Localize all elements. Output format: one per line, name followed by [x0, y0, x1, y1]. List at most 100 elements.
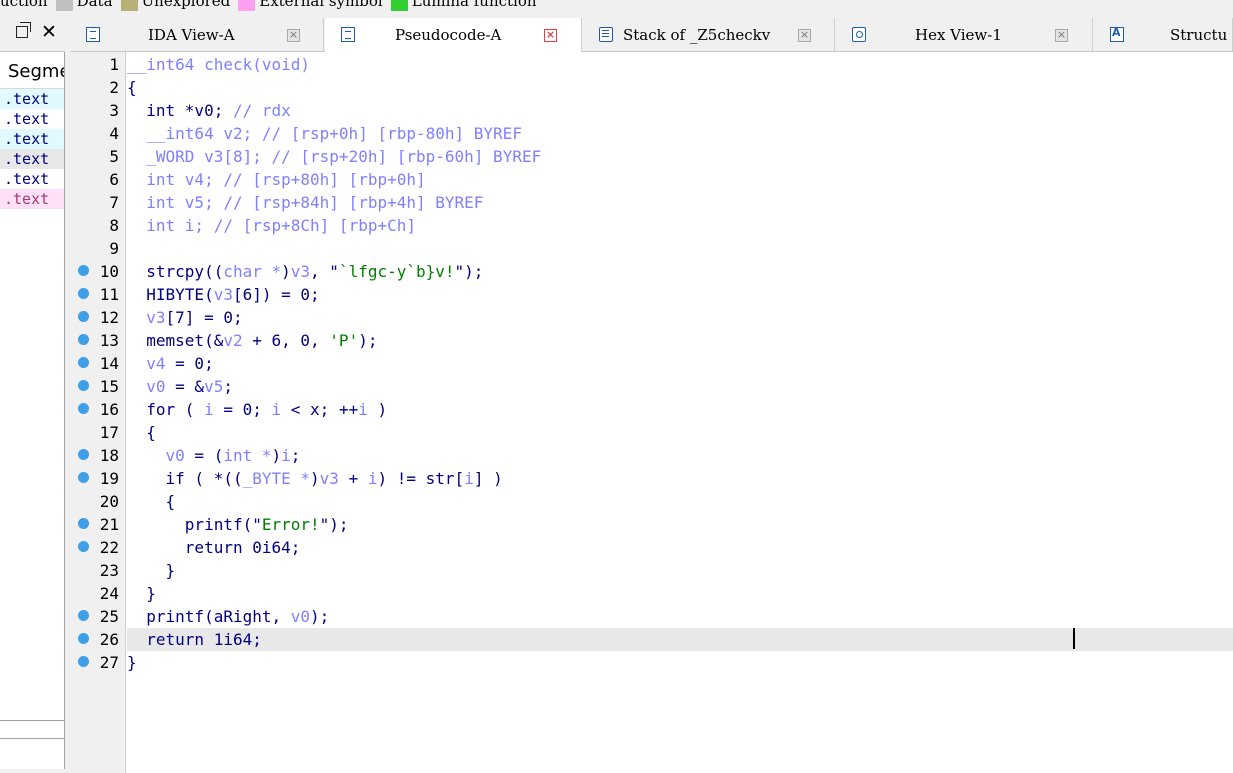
tab-structu[interactable]: Structu: [1094, 18, 1233, 51]
line-number-row: 21: [70, 513, 125, 536]
breakpoint-dot-icon[interactable]: [78, 380, 89, 391]
segment-row[interactable]: .text: [0, 109, 64, 129]
pin-icon[interactable]: [16, 22, 31, 38]
line-number: 17: [99, 423, 119, 442]
legend-row: uction Data Unexplored External symbol Lumin…: [0, 0, 537, 11]
doc-icon: [86, 27, 100, 42]
breakpoint-dot-icon[interactable]: [78, 633, 89, 644]
segment-row[interactable]: .text: [0, 189, 64, 209]
code-token: ] ): [473, 469, 503, 488]
line-number: 4: [109, 124, 119, 143]
code-token: [7] = 0;: [165, 308, 243, 327]
breakpoint-dot-icon[interactable]: [78, 265, 89, 276]
tab-label: Pseudocode-A: [395, 26, 502, 44]
code-line[interactable]: }: [127, 651, 1233, 674]
doc-icon: [341, 27, 355, 42]
breakpoint-dot-icon[interactable]: [78, 288, 89, 299]
breakpoint-dot-icon[interactable]: [78, 472, 89, 483]
code-line[interactable]: printf(aRight, v0);: [127, 605, 1233, 628]
line-number: 7: [109, 193, 119, 212]
code-token: ");: [319, 515, 349, 534]
code-token: ;: [223, 377, 233, 396]
segment-row[interactable]: .text: [0, 169, 64, 189]
code-token: if ( *((: [127, 469, 243, 488]
code-line[interactable]: for ( i = 0; i < x; ++i ): [127, 398, 1233, 421]
code-token: ) != str[: [377, 469, 465, 488]
legend-label: External symbol: [259, 0, 383, 10]
tab-ida-view-a[interactable]: IDA View-A ×: [70, 18, 324, 51]
segment-row[interactable]: .text: [0, 149, 64, 169]
code-line[interactable]: __int64 check(void): [127, 53, 1233, 76]
code-line[interactable]: return 0i64;: [127, 536, 1233, 559]
code-token: int v4;: [127, 170, 224, 189]
pseudocode-view[interactable]: 1 2 3 4 5 6 7 8 9 10 11 12 13 14 15 16 17 18 19 20 21 22 23 24 2…: [70, 52, 1233, 773]
tab-hex-view-1[interactable]: Hex View-1 ×: [836, 18, 1093, 51]
line-number: 9: [109, 239, 119, 258]
tab-close-icon[interactable]: ×: [544, 29, 557, 42]
tab-close-icon[interactable]: ×: [1055, 29, 1068, 42]
tab-stack-of-z5checkv[interactable]: Stack of _Z5checkv ×: [583, 18, 835, 51]
legend-label: Lumina function: [411, 0, 537, 10]
code-token: ");: [454, 262, 484, 281]
breakpoint-dot-icon[interactable]: [78, 610, 89, 621]
close-icon[interactable]: ✕: [41, 21, 57, 43]
code-line[interactable]: int *v0; // rdx: [127, 99, 1233, 122]
line-number: 23: [99, 561, 119, 580]
code-line[interactable]: v0 = (int *)i;: [127, 444, 1233, 467]
line-number: 18: [99, 446, 119, 465]
code-line[interactable]: v0 = &v5;: [127, 375, 1233, 398]
line-number: 6: [109, 170, 119, 189]
code-line[interactable]: v4 = 0;: [127, 352, 1233, 375]
line-number: 16: [99, 400, 119, 419]
code-line[interactable]: int v4; // [rsp+80h] [rbp+0h]: [127, 168, 1233, 191]
breakpoint-dot-icon[interactable]: [78, 518, 89, 529]
segments-column-header[interactable]: Segme: [0, 52, 64, 89]
breakpoint-dot-icon[interactable]: [78, 403, 89, 414]
code-line[interactable]: int i; // [rsp+8Ch] [rbp+Ch]: [127, 214, 1233, 237]
code-token: v3: [213, 285, 233, 304]
code-line[interactable]: v3[7] = 0;: [127, 306, 1233, 329]
line-number-row: 6: [70, 168, 125, 191]
code-line[interactable]: {: [127, 76, 1233, 99]
code-line[interactable]: if ( *((_BYTE *)v3 + i) != str[i] ): [127, 467, 1233, 490]
panel-header: ✕: [0, 18, 65, 52]
code-line[interactable]: strcpy((char *)v3, "`lfgc-y`b}v!");: [127, 260, 1233, 283]
breakpoint-dot-icon[interactable]: [78, 656, 89, 667]
breakpoint-dot-icon[interactable]: [78, 357, 89, 368]
tab-pseudocode-a[interactable]: Pseudocode-A ×: [325, 18, 582, 52]
code-token: );: [310, 607, 330, 626]
code-line[interactable]: }: [127, 559, 1233, 582]
code-line-current[interactable]: return 1i64;: [127, 628, 1233, 651]
code-line[interactable]: memset(&v2 + 6, 0, 'P');: [127, 329, 1233, 352]
code-token: for (: [127, 400, 205, 419]
code-line[interactable]: }: [127, 582, 1233, 605]
code-line[interactable]: int v5; // [rsp+84h] [rbp+4h] BYREF: [127, 191, 1233, 214]
code-token: ): [271, 446, 282, 465]
code-token: return 1i64;: [127, 630, 262, 649]
breakpoint-dot-icon[interactable]: [78, 311, 89, 322]
code-line[interactable]: printf("Error!");: [127, 513, 1233, 536]
code-token: i: [204, 400, 214, 419]
breakpoint-dot-icon[interactable]: [78, 449, 89, 460]
code-line[interactable]: {: [127, 421, 1233, 444]
code-token: // [rsp+8Ch] [rbp+Ch]: [213, 216, 416, 235]
line-number: 15: [99, 377, 119, 396]
code-line[interactable]: [127, 237, 1233, 260]
tab-close-icon[interactable]: ×: [798, 29, 811, 42]
tab-label: Hex View-1: [915, 26, 1002, 44]
code-line[interactable]: __int64 v2; // [rsp+0h] [rbp-80h] BYREF: [127, 122, 1233, 145]
breakpoint-dot-icon[interactable]: [78, 334, 89, 345]
breakpoint-dot-icon[interactable]: [78, 541, 89, 552]
tab-close-icon[interactable]: ×: [287, 29, 300, 42]
code-line[interactable]: HIBYTE(v3[6]) = 0;: [127, 283, 1233, 306]
code-line[interactable]: _WORD v3[8]; // [rsp+20h] [rbp-60h] BYRE…: [127, 145, 1233, 168]
segment-row[interactable]: .text: [0, 129, 64, 149]
line-number-row: 4: [70, 122, 125, 145]
segment-row[interactable]: .text: [0, 89, 64, 109]
line-number-row: 1: [70, 53, 125, 76]
panel-footer: [0, 720, 65, 769]
code-line[interactable]: {: [127, 490, 1233, 513]
line-number: 3: [109, 101, 119, 120]
line-gutter: 1 2 3 4 5 6 7 8 9 10 11 12 13 14 15 16 17 18 19 20 21 22 23 24 2…: [70, 52, 126, 773]
